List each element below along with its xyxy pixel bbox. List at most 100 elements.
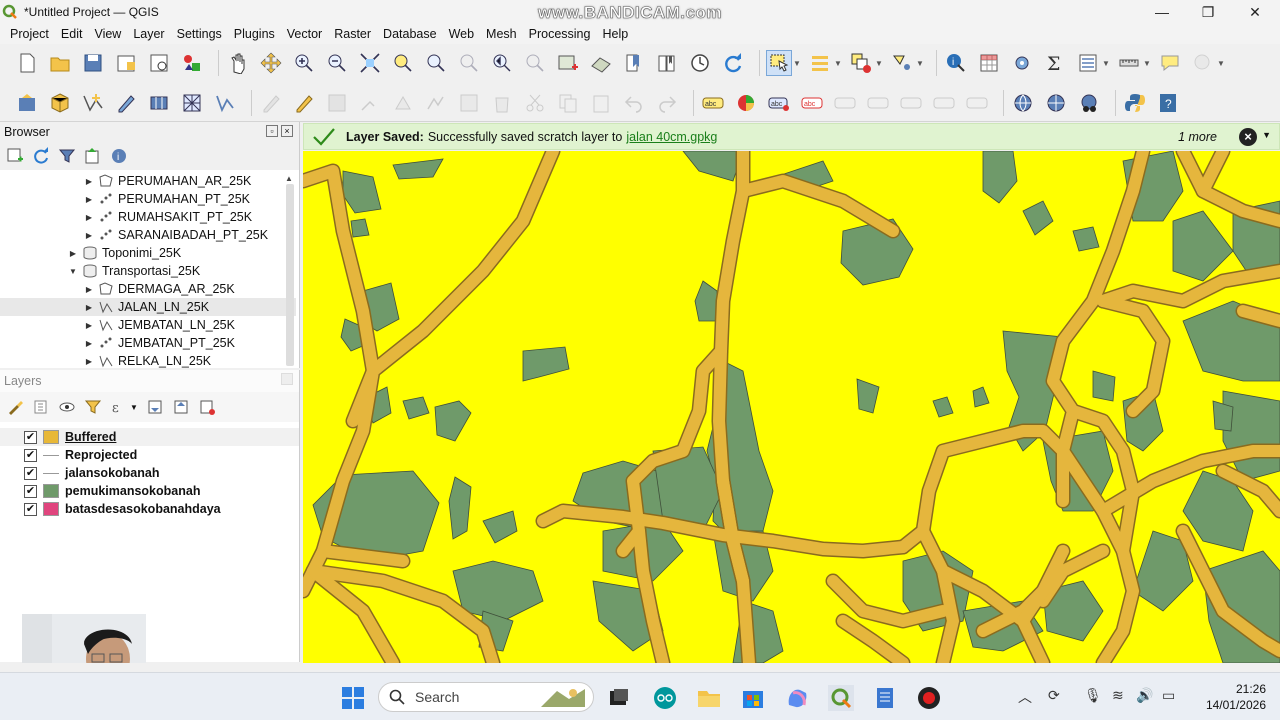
tree-item[interactable]: ▶ SARANAIBADAH_PT_25K (0, 226, 296, 244)
menu-vector[interactable]: Vector (281, 27, 328, 41)
menu-web[interactable]: Web (443, 27, 480, 41)
new-temporary-layer-icon[interactable] (113, 90, 139, 116)
menu-layer[interactable]: Layer (127, 27, 170, 41)
task-view-icon[interactable] (606, 685, 632, 711)
notepad-icon[interactable] (872, 685, 898, 711)
menu-project[interactable]: Project (4, 27, 55, 41)
new-bookmark-icon[interactable] (621, 50, 647, 76)
new-virtual-layer-icon[interactable] (146, 90, 172, 116)
wifi-icon[interactable]: ≋ (1112, 687, 1124, 704)
scroll-up-icon[interactable]: ▲ (285, 174, 293, 183)
filter-by-expression-icon[interactable]: ε (110, 398, 128, 416)
menu-raster[interactable]: Raster (328, 27, 377, 41)
show-hide-labels-icon[interactable] (832, 90, 858, 116)
message-menu-icon[interactable]: ▼ (1262, 130, 1271, 140)
copy-features-icon[interactable] (555, 90, 581, 116)
multi-edit-icon[interactable] (456, 90, 482, 116)
float-panel-icon[interactable]: ▫ (266, 125, 278, 137)
tree-item[interactable]: ▶ DERMAGA_AR_25K (0, 280, 296, 298)
qgis-taskbar-icon[interactable] (828, 685, 854, 711)
bookmark-dropdown-icon[interactable]: ▼ (1217, 59, 1225, 68)
add-selected-layers-icon[interactable] (6, 147, 24, 165)
modify-attributes-icon[interactable] (423, 90, 449, 116)
new-mesh-layer-icon[interactable] (179, 90, 205, 116)
expand-arrow-icon[interactable]: ▶ (84, 321, 94, 330)
style-manager-icon[interactable] (179, 50, 205, 76)
tree-item[interactable]: ▼ Transportasi_25K (0, 262, 296, 280)
minimize-button[interactable]: — (1139, 0, 1185, 24)
volume-icon[interactable]: 🔊 (1136, 687, 1153, 704)
layer-item[interactable]: ✔ jalansokobanah (0, 464, 299, 482)
layer-item[interactable]: ✔ Buffered (0, 428, 299, 446)
move-label-icon[interactable] (865, 90, 891, 116)
new-3d-view-icon[interactable] (588, 50, 614, 76)
statistics-icon[interactable]: Σ (1042, 50, 1068, 76)
menu-database[interactable]: Database (377, 27, 443, 41)
measure-dropdown-icon[interactable]: ▼ (1143, 59, 1151, 68)
copilot-icon[interactable] (784, 685, 810, 711)
menu-settings[interactable]: Settings (171, 27, 228, 41)
cut-features-icon[interactable] (522, 90, 548, 116)
more-messages-label[interactable]: 1 more (1178, 130, 1217, 144)
processing-toolbox-icon[interactable] (1009, 50, 1035, 76)
pan-map-icon[interactable] (225, 50, 251, 76)
current-edits-icon[interactable] (258, 90, 284, 116)
show-bookmarks-icon[interactable] (654, 50, 680, 76)
layer-visibility-checkbox[interactable]: ✔ (24, 448, 37, 462)
data-source-manager-icon[interactable] (14, 90, 40, 116)
tree-item[interactable]: ▶ RELKA_LN_25K (0, 352, 296, 368)
expand-all-icon[interactable] (146, 398, 164, 416)
map-canvas[interactable] (303, 151, 1280, 663)
rotate-label-icon[interactable] (898, 90, 924, 116)
layer-visibility-checkbox[interactable]: ✔ (24, 430, 37, 444)
zoom-to-selection-icon[interactable] (390, 50, 416, 76)
new-map-view-icon[interactable] (555, 50, 581, 76)
layer-labeling-icon[interactable]: abc (700, 90, 726, 116)
expand-arrow-icon[interactable]: ▶ (84, 177, 94, 186)
quickmapservices-icon[interactable] (1076, 90, 1102, 116)
new-print-layout-icon[interactable] (113, 50, 139, 76)
windows-start-icon[interactable] (340, 685, 366, 711)
tree-item[interactable]: ▶ Toponimi_25K (0, 244, 296, 262)
refresh-browser-icon[interactable] (32, 147, 50, 165)
properties-info-icon[interactable]: i (110, 147, 128, 165)
restore-button[interactable]: ❐ (1185, 0, 1231, 24)
digitize-icon[interactable] (357, 90, 383, 116)
redo-icon[interactable] (654, 90, 680, 116)
spatial-bookmark-icon[interactable] (1190, 50, 1216, 76)
globe-search-icon[interactable] (1043, 90, 1069, 116)
select-dropdown-icon[interactable]: ▼ (793, 59, 801, 68)
select-value-dropdown-icon[interactable]: ▼ (834, 59, 842, 68)
collapse-all-layers-icon[interactable] (172, 398, 190, 416)
deselect-features-icon[interactable] (848, 50, 874, 76)
temporal-controller-icon[interactable] (687, 50, 713, 76)
expression-dropdown-icon[interactable]: ▼ (130, 403, 138, 412)
field-calc-dropdown-icon[interactable]: ▼ (1102, 59, 1110, 68)
show-hidden-icons-icon[interactable]: ︿ (1018, 687, 1032, 707)
expand-arrow-icon[interactable]: ▶ (84, 339, 94, 348)
select-features-icon[interactable] (766, 50, 792, 76)
expand-arrow-icon[interactable]: ▶ (84, 285, 94, 294)
menu-help[interactable]: Help (596, 27, 634, 41)
zoom-native-icon[interactable] (456, 50, 482, 76)
battery-icon[interactable]: ▭ (1162, 687, 1175, 704)
manage-map-themes-icon[interactable] (58, 398, 76, 416)
save-edits-icon[interactable] (324, 90, 350, 116)
close-window-button[interactable]: ✕ (1232, 0, 1278, 24)
change-label-icon[interactable] (931, 90, 957, 116)
arduino-icon[interactable] (652, 685, 678, 711)
expand-arrow-icon[interactable]: ▶ (68, 249, 78, 258)
add-group-icon[interactable] (32, 398, 50, 416)
new-geopackage-layer-icon[interactable] (47, 90, 73, 116)
menu-plugins[interactable]: Plugins (228, 27, 281, 41)
layer-visibility-checkbox[interactable]: ✔ (24, 466, 37, 480)
select-by-value-icon[interactable] (807, 50, 833, 76)
menu-edit[interactable]: Edit (55, 27, 89, 41)
tree-item[interactable]: ▶ PERUMAHAN_PT_25K (0, 190, 296, 208)
layer-item[interactable]: ✔ Reprojected (0, 446, 299, 464)
help-contents-icon[interactable]: ? (1155, 90, 1181, 116)
zoom-last-icon[interactable] (489, 50, 515, 76)
select-location-icon[interactable] (889, 50, 915, 76)
open-field-calculator-icon[interactable] (1075, 50, 1101, 76)
sync-icon[interactable]: ⟳ (1048, 687, 1060, 704)
